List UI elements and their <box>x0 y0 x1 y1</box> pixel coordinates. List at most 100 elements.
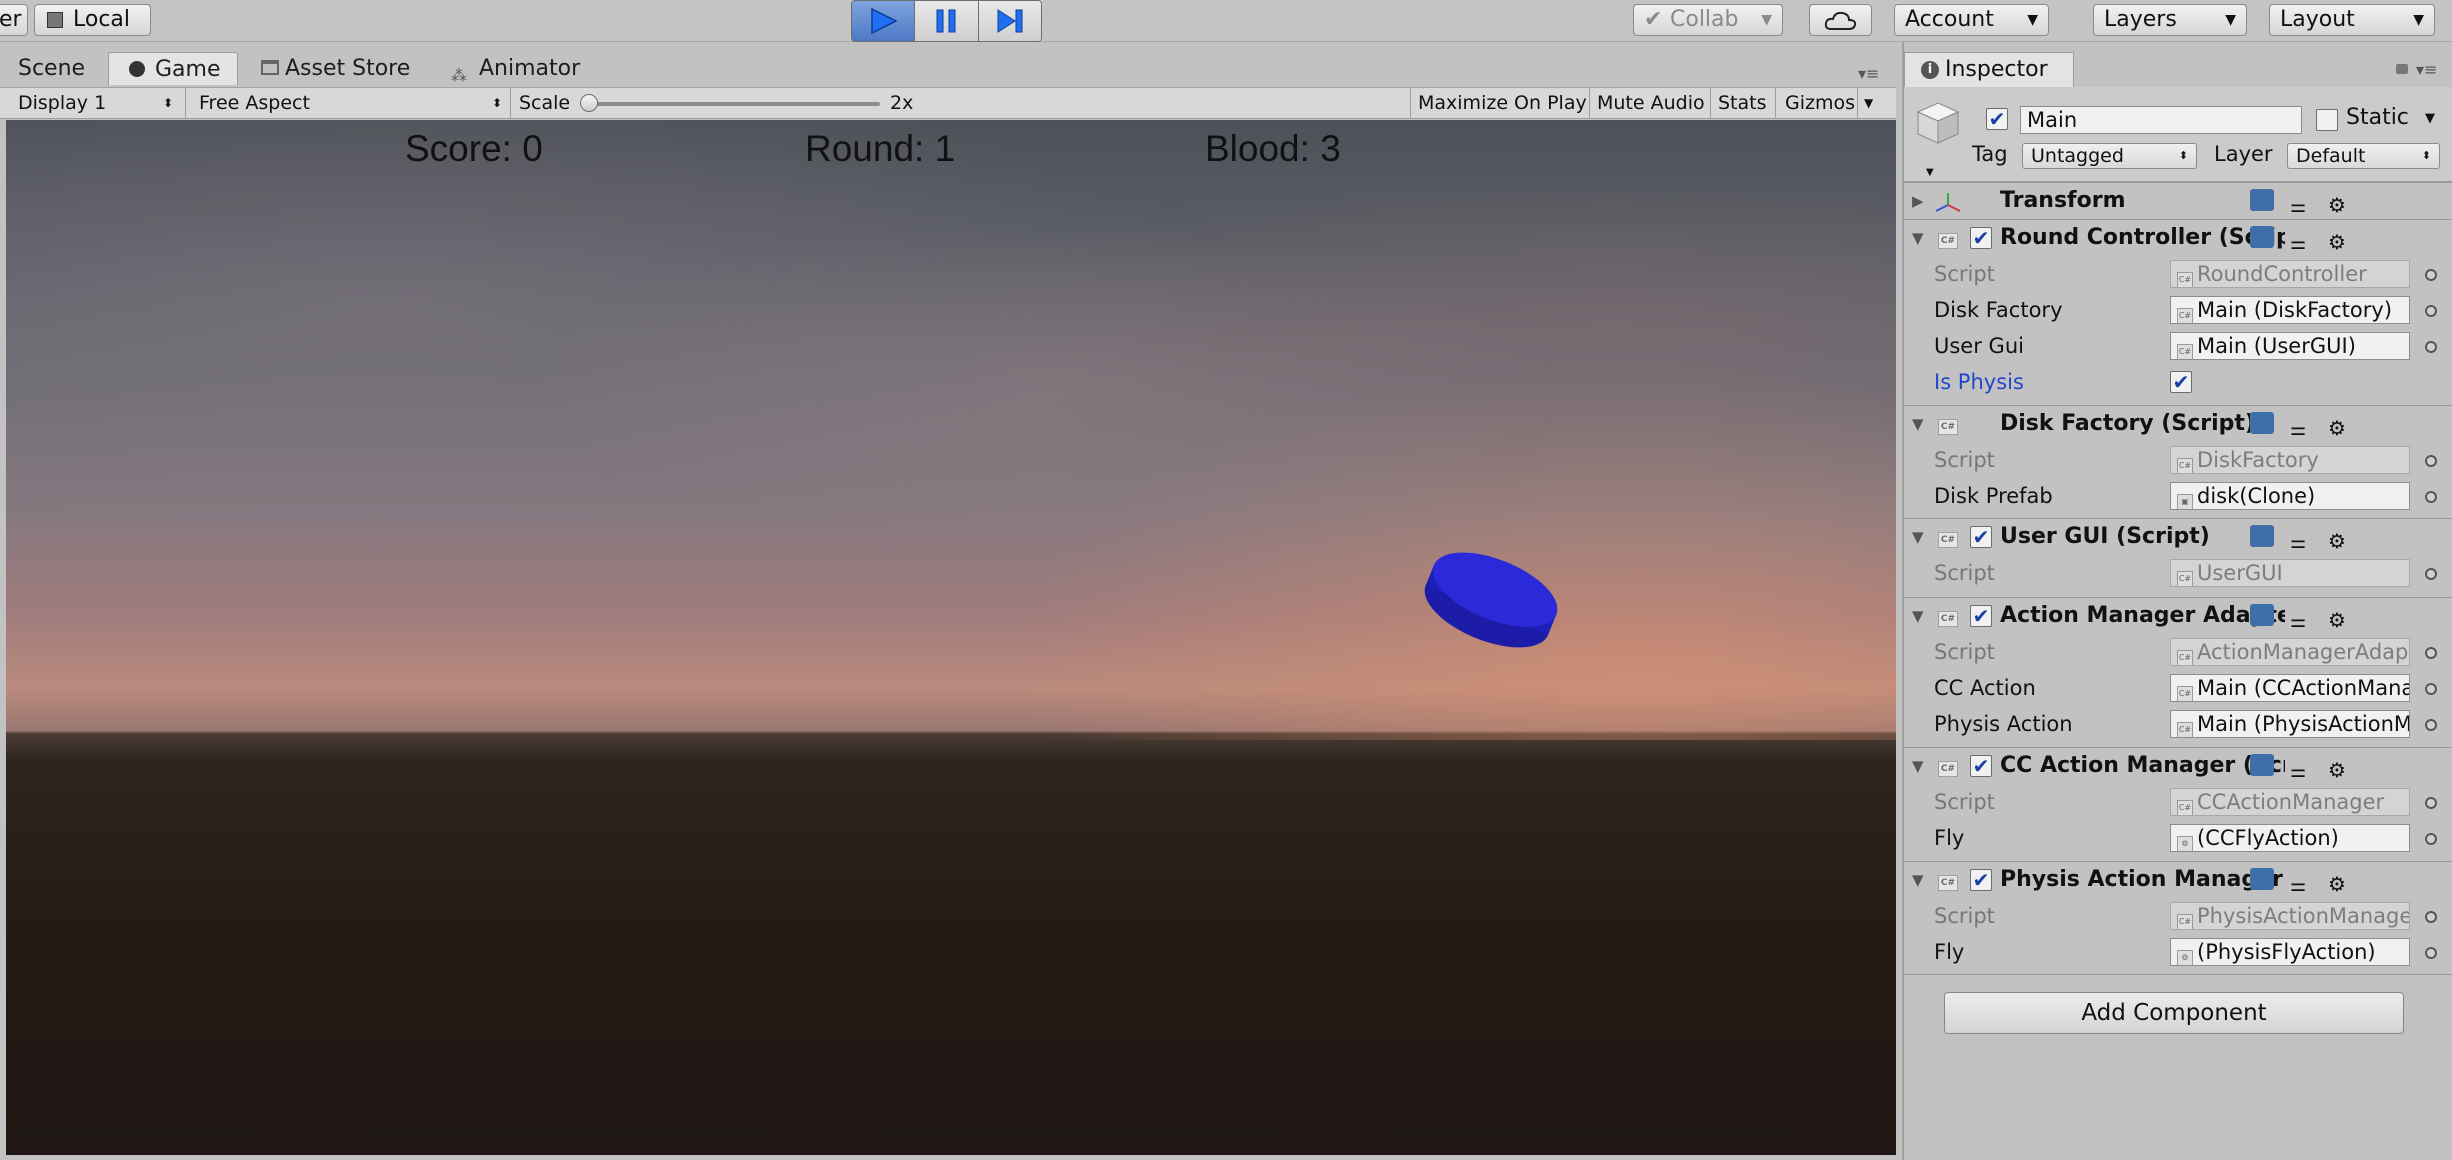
disk-prefab-field[interactable]: ▣ disk(Clone) <box>2170 482 2410 510</box>
cc-action-manager-header[interactable]: ▼ C# ✔ CC Action Manager (Script) ⚌ ⚙ <box>1904 748 2452 784</box>
object-picker-icon[interactable] <box>2425 269 2437 281</box>
help-book-icon[interactable] <box>2250 226 2274 248</box>
object-picker-icon[interactable] <box>2425 341 2437 353</box>
help-book-icon[interactable] <box>2250 754 2274 776</box>
disk-target[interactable] <box>1416 545 1566 655</box>
round-controller-header[interactable]: ▼ C# ✔ Round Controller (Script) ⚌ ⚙ <box>1904 220 2452 256</box>
gear-icon[interactable]: ⚙ <box>2328 224 2346 260</box>
account-dropdown[interactable]: Account ▼ <box>1894 4 2049 36</box>
cloud-button[interactable] <box>1809 4 1872 36</box>
collapse-arrow-icon[interactable]: ▼ <box>1912 406 1924 442</box>
game-viewport[interactable]: Score: 0 Round: 1 Blood: 3 <box>6 120 1896 1155</box>
object-picker-icon[interactable] <box>2425 797 2437 809</box>
gear-icon[interactable]: ⚙ <box>2328 187 2346 223</box>
user-gui-header[interactable]: ▼ C# ✔ User GUI (Script) ⚌ ⚙ <box>1904 519 2452 555</box>
fly-field[interactable]: ⚙ (PhysisFlyAction) <box>2170 938 2410 966</box>
gizmos-dropdown-arrow[interactable]: ▼ <box>1864 88 1873 118</box>
lock-icon[interactable] <box>2396 64 2408 74</box>
collapse-arrow-icon[interactable]: ▼ <box>1912 862 1924 898</box>
object-picker-icon[interactable] <box>2425 911 2437 923</box>
collapse-arrow-icon[interactable]: ▼ <box>1912 519 1924 555</box>
gizmos-toggle[interactable]: Gizmos <box>1785 88 1855 118</box>
static-label[interactable]: Static <box>2346 105 2409 130</box>
script-field[interactable]: C# DiskFactory <box>2170 446 2410 474</box>
object-picker-icon[interactable] <box>2425 455 2437 467</box>
collapse-arrow-icon[interactable]: ▼ <box>1912 748 1924 784</box>
tab-inspector[interactable]: i Inspector <box>1904 52 2074 87</box>
component-enabled-checkbox[interactable]: ✔ <box>1970 227 1992 249</box>
maximize-on-play-toggle[interactable]: Maximize On Play <box>1418 88 1587 118</box>
dropdown-arrow-icon[interactable]: ▼ <box>1926 167 1934 178</box>
gear-icon[interactable]: ⚙ <box>2328 866 2346 902</box>
step-button[interactable] <box>978 1 1041 41</box>
layout-dropdown[interactable]: Layout ▼ <box>2269 4 2435 36</box>
scale-slider-thumb[interactable] <box>580 94 598 112</box>
script-field[interactable]: C# PhysisActionManager <box>2170 902 2410 930</box>
layer-dropdown[interactable]: Default ⬍ <box>2287 143 2440 169</box>
help-book-icon[interactable] <box>2250 189 2274 211</box>
object-picker-icon[interactable] <box>2425 491 2437 503</box>
component-enabled-checkbox[interactable]: ✔ <box>1970 605 1992 627</box>
help-book-icon[interactable] <box>2250 604 2274 626</box>
layers-dropdown[interactable]: Layers ▼ <box>2093 4 2247 36</box>
object-picker-icon[interactable] <box>2425 305 2437 317</box>
collapse-arrow-icon[interactable]: ▼ <box>1912 220 1924 256</box>
local-global-button[interactable]: Local <box>34 4 151 36</box>
object-picker-icon[interactable] <box>2425 947 2437 959</box>
transform-header[interactable]: ▶ Transform ⚌ ⚙ <box>1904 183 2452 219</box>
tab-inspector-label: Inspector <box>1945 57 2048 82</box>
mute-audio-toggle[interactable]: Mute Audio <box>1597 88 1705 118</box>
object-picker-icon[interactable] <box>2425 833 2437 845</box>
pause-button[interactable] <box>915 1 979 41</box>
disk-factory-header[interactable]: ▼ C# Disk Factory (Script) ⚌ ⚙ <box>1904 406 2452 442</box>
play-button[interactable] <box>852 1 916 41</box>
cc-action-field[interactable]: C# Main (CCActionManager) <box>2170 674 2410 702</box>
scale-slider[interactable] <box>580 94 880 112</box>
add-component-button[interactable]: Add Component <box>1944 992 2404 1034</box>
object-picker-icon[interactable] <box>2425 683 2437 695</box>
physis-action-manager-header[interactable]: ▼ C# ✔ Physis Action Manager (Script) ⚌ … <box>1904 862 2452 898</box>
static-dropdown-arrow[interactable]: ▼ <box>2425 111 2435 126</box>
gear-icon[interactable]: ⚙ <box>2328 602 2346 638</box>
panel-menu-icon[interactable]: ▾≡ <box>1858 64 1879 83</box>
stats-toggle[interactable]: Stats <box>1718 88 1767 118</box>
object-name-field[interactable]: Main <box>2020 106 2302 134</box>
gear-icon[interactable]: ⚙ <box>2328 523 2346 559</box>
disk-factory-field[interactable]: C# Main (DiskFactory) <box>2170 296 2410 324</box>
action-manager-adapter-header[interactable]: ▼ C# ✔ Action Manager Adapter ⚌ ⚙ <box>1904 598 2452 634</box>
object-picker-icon[interactable] <box>2425 647 2437 659</box>
help-book-icon[interactable] <box>2250 868 2274 890</box>
is-physis-checkbox[interactable]: ✔ <box>2170 371 2192 393</box>
field-value: DiskFactory <box>2197 448 2319 472</box>
component-enabled-checkbox[interactable]: ✔ <box>1970 869 1992 891</box>
collapse-arrow-icon[interactable]: ▼ <box>1912 598 1924 634</box>
tag-dropdown[interactable]: Untagged ⬍ <box>2022 143 2197 169</box>
object-picker-icon[interactable] <box>2425 719 2437 731</box>
tab-game[interactable]: Game <box>108 52 238 85</box>
aspect-dropdown[interactable]: Free Aspect ⬍ <box>199 88 502 118</box>
component-enabled-checkbox[interactable]: ✔ <box>1970 526 1992 548</box>
help-book-icon[interactable] <box>2250 412 2274 434</box>
script-field[interactable]: C# UserGUI <box>2170 559 2410 587</box>
expand-arrow-icon[interactable]: ▶ <box>1912 183 1924 219</box>
script-field[interactable]: C# RoundController <box>2170 260 2410 288</box>
gear-icon[interactable]: ⚙ <box>2328 410 2346 446</box>
pivot-button[interactable]: er <box>0 4 28 36</box>
component-enabled-checkbox[interactable]: ✔ <box>1970 755 1992 777</box>
tab-animator[interactable]: ⁂ Animator <box>449 52 580 85</box>
gear-icon[interactable]: ⚙ <box>2328 752 2346 788</box>
script-field[interactable]: C# CCActionManager <box>2170 788 2410 816</box>
display-dropdown[interactable]: Display 1 ⬍ <box>18 88 173 118</box>
user-gui-field[interactable]: C# Main (UserGUI) <box>2170 332 2410 360</box>
collab-dropdown[interactable]: ✔ Collab ▼ <box>1633 4 1783 36</box>
physis-action-field[interactable]: C# Main (PhysisActionManager) <box>2170 710 2410 738</box>
static-checkbox[interactable] <box>2316 109 2338 131</box>
script-field[interactable]: C# ActionManagerAdapter <box>2170 638 2410 666</box>
active-checkbox[interactable]: ✔ <box>1986 108 2008 130</box>
object-picker-icon[interactable] <box>2425 568 2437 580</box>
panel-menu-icon[interactable]: ▾≡ <box>2416 60 2437 79</box>
fly-field[interactable]: ⚙ (CCFlyAction) <box>2170 824 2410 852</box>
tab-asset-store[interactable]: Asset Store <box>259 52 410 85</box>
help-book-icon[interactable] <box>2250 525 2274 547</box>
tab-scene[interactable]: Scene <box>18 52 85 85</box>
